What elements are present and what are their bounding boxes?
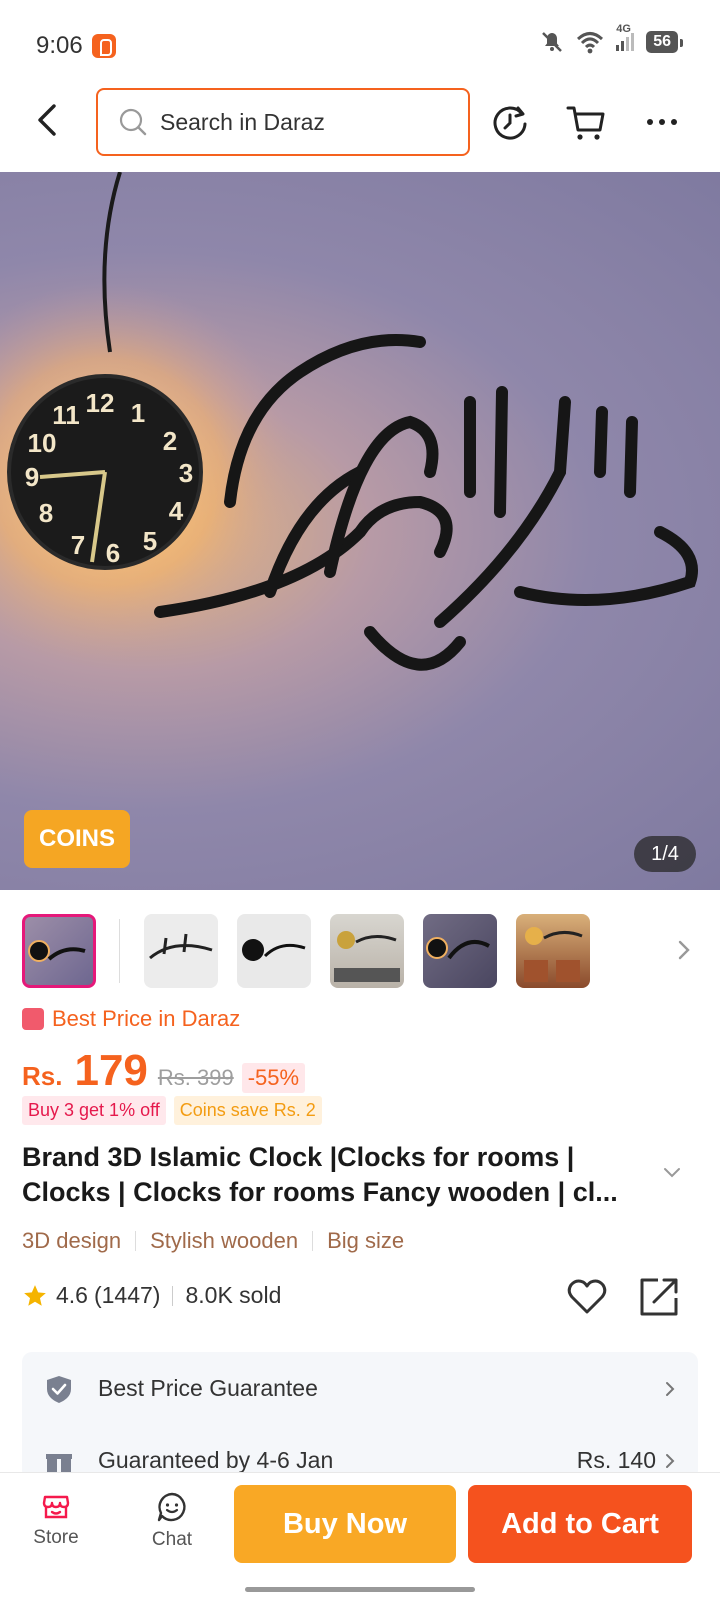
mute-icon [542, 32, 563, 52]
tag-separator [312, 1231, 314, 1251]
product-title-line-1: Brand 3D Islamic Clock |Clocks for rooms… [22, 1142, 575, 1172]
status-bar: 9:06 4G 56 [0, 0, 720, 92]
add-to-cart-button[interactable]: Add to Cart [468, 1485, 692, 1563]
sold-count: 8.0K sold [185, 1282, 282, 1308]
best-price-text: Best Price in Daraz [52, 1006, 241, 1031]
promo-tags: Buy 3 get 1% off Coins save Rs. 2 [22, 1096, 322, 1125]
signal-icon: 4G [616, 23, 635, 51]
price-currency: Rs. [22, 1061, 63, 1091]
thumbnail-6[interactable] [516, 914, 590, 988]
store-button[interactable]: Store [16, 1491, 96, 1549]
svg-text:8: 8 [39, 498, 53, 528]
status-icons: 4G 56 [540, 23, 683, 54]
svg-text:12: 12 [86, 388, 115, 418]
promo-bundle[interactable]: Buy 3 get 1% off [22, 1096, 166, 1125]
discount-badge: -55% [241, 1063, 306, 1093]
rating-row[interactable]: 4.6 (1447) 8.0K sold [22, 1282, 281, 1309]
network-type: 4G [616, 23, 631, 35]
svg-text:4: 4 [169, 496, 184, 526]
chat-label: Chat [151, 1529, 193, 1550]
thumbnail-5[interactable] [423, 914, 497, 988]
svg-text:1: 1 [131, 398, 145, 428]
bottom-action-bar: Store Chat Buy Now Add to Cart [0, 1472, 720, 1600]
svg-text:3: 3 [179, 458, 193, 488]
star-icon [24, 1284, 46, 1306]
best-price-guarantee-row[interactable]: Best Price Guarantee [22, 1352, 698, 1424]
heart-icon[interactable] [566, 1276, 608, 1316]
daraz-notification-icon [92, 34, 116, 58]
svg-text:9: 9 [25, 462, 39, 492]
tag-big-size: Big size [327, 1228, 405, 1253]
thumbnails-next-icon[interactable] [674, 936, 694, 964]
store-label: Store [33, 1527, 79, 1548]
product-title: Brand 3D Islamic Clock |Clocks for rooms… [22, 1140, 662, 1210]
svg-text:6: 6 [106, 538, 120, 568]
chat-button[interactable]: Chat [132, 1491, 212, 1551]
current-price: 179 [74, 1046, 148, 1095]
tag-stylish-wooden: Stylish wooden [150, 1228, 299, 1253]
coins-badge: COINS [24, 810, 130, 868]
svg-text:7: 7 [71, 530, 85, 560]
best-price-label: Best Price in Daraz [22, 1006, 240, 1032]
delivery-guarantee-label: Guaranteed by 4-6 Jan [98, 1446, 334, 1473]
search-input[interactable] [160, 108, 440, 136]
svg-text:10: 10 [28, 428, 57, 458]
more-icon[interactable] [640, 100, 684, 144]
thumbnail-strip [22, 912, 698, 990]
wifi-icon [577, 32, 604, 54]
delivery-fee: Rs. 140 [576, 1446, 656, 1473]
share-icon[interactable] [638, 1276, 680, 1318]
best-price-icon [22, 1008, 44, 1030]
thumbnail-4[interactable] [330, 914, 404, 988]
thumbnail-2[interactable] [144, 914, 218, 988]
buy-now-button[interactable]: Buy Now [234, 1485, 456, 1563]
image-page-counter: 1/4 [634, 836, 696, 872]
thumbnail-divider [119, 919, 120, 983]
promo-coins[interactable]: Coins save Rs. 2 [173, 1096, 322, 1125]
price-row: Rs. 179 Rs. 399 -55% [22, 1046, 306, 1096]
status-time: 9:06 [36, 32, 83, 59]
product-image[interactable]: 12 1 2 345 678 9 10 11 COINS 1/4 [0, 172, 720, 890]
rating-value: 4.6 [56, 1282, 88, 1308]
original-price: Rs. 399 [157, 1065, 234, 1090]
svg-text:2: 2 [163, 426, 177, 456]
tag-separator [135, 1231, 137, 1251]
top-header [0, 86, 720, 172]
search-icon [119, 108, 147, 136]
svg-text:5: 5 [143, 526, 157, 556]
best-price-guarantee-label: Best Price Guarantee [98, 1374, 318, 1401]
expand-title-icon[interactable] [662, 1164, 682, 1180]
search-box[interactable] [96, 88, 470, 156]
history-icon[interactable] [488, 100, 532, 144]
review-count: (1447) [93, 1282, 161, 1308]
services-card: Best Price Guarantee Guaranteed by 4-6 J… [22, 1352, 698, 1480]
thumbnail-3[interactable] [237, 914, 311, 988]
back-icon[interactable] [30, 100, 66, 140]
feature-tags: 3D design Stylish wooden Big size [22, 1228, 404, 1254]
store-icon [42, 1495, 70, 1519]
home-indicator[interactable] [245, 1587, 475, 1592]
tag-3d-design: 3D design [22, 1228, 122, 1253]
chevron-right-icon [666, 1454, 675, 1468]
shield-check-icon [47, 1376, 71, 1403]
product-photo: 12 12 345 678 91011 [0, 172, 698, 671]
svg-text:11: 11 [52, 400, 80, 430]
chevron-right-icon [666, 1382, 675, 1396]
chat-icon [157, 1492, 186, 1522]
thumbnail-1[interactable] [22, 914, 96, 988]
product-title-line-2: Clocks | Clocks for rooms Fancy wooden |… [22, 1177, 618, 1207]
cart-icon[interactable] [564, 100, 608, 144]
rating-separator [172, 1285, 174, 1306]
battery-icon: 56 [646, 31, 683, 53]
